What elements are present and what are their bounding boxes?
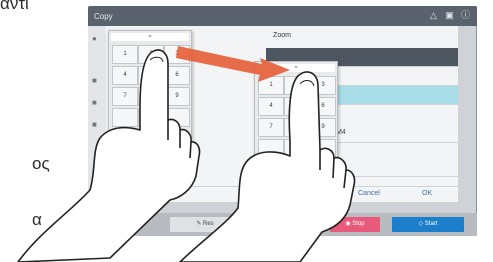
key-4[interactable]: 4 (258, 97, 284, 116)
cancel-button[interactable]: Cancel (358, 190, 380, 197)
key-4[interactable]: 4 (112, 66, 138, 85)
reset-button[interactable]: ✎ Res (170, 217, 240, 232)
keypad-display: ≈ (111, 33, 189, 41)
key-blank[interactable] (310, 139, 336, 158)
home-button[interactable]: ⌂ (96, 217, 120, 232)
numeric-keypad-right: ≈ 1 2 3 4 5 6 7 8 9 0 (254, 61, 338, 191)
key-blank[interactable] (164, 108, 190, 127)
start-button[interactable]: ◇ Start (392, 217, 464, 232)
keypad-display: ≈ (257, 64, 335, 72)
key-0[interactable]: 0 (138, 108, 164, 127)
key-9[interactable]: 9 (164, 87, 190, 106)
key-1[interactable]: 1 (258, 76, 284, 95)
key-6[interactable]: 6 (164, 66, 190, 85)
key-8[interactable]: 8 (138, 87, 164, 106)
stop-label: Stop (352, 221, 365, 227)
pencil-icon: ✎ (196, 221, 204, 227)
home-icon: ⌂ (106, 221, 110, 227)
stop-button[interactable]: ◉ Stop (330, 217, 380, 232)
key-7[interactable]: 7 (112, 87, 138, 106)
start-label: Start (424, 221, 438, 227)
menu-icon: ■ (92, 120, 97, 129)
key-3[interactable]: 3 (164, 45, 190, 64)
numeric-keypad-left: ≈ 1 2 3 4 5 6 7 8 9 0 (108, 30, 192, 160)
ok-button[interactable]: OK (422, 190, 432, 197)
menu-icon: ■ (92, 98, 97, 107)
key-8[interactable]: 8 (284, 118, 310, 137)
side-text-bottom: α (32, 210, 42, 229)
key-7[interactable]: 7 (258, 118, 284, 137)
background-menu: ● ■ ■ ■ (88, 26, 106, 202)
bell-icon[interactable]: △ (428, 10, 439, 21)
key-5[interactable]: 5 (138, 66, 164, 85)
key-2[interactable]: 2 (284, 76, 310, 95)
menu-icon: ■ (92, 76, 97, 85)
key-1[interactable]: 1 (112, 45, 138, 64)
key-5[interactable]: 5 (284, 97, 310, 116)
copy-icon[interactable]: ▣ (444, 10, 455, 21)
key-6[interactable]: 6 (310, 97, 336, 116)
key-0[interactable]: 0 (284, 139, 310, 158)
info-icon[interactable]: ⓘ (460, 10, 471, 21)
key-2[interactable]: 2 (138, 45, 164, 64)
device-screen: Copy △ ▣ ⓘ ● ■ ■ ■ Zoom M4 Cancel OK ≈ 1… (88, 6, 477, 236)
key-3[interactable]: 3 (310, 76, 336, 95)
side-text-mid: ος (32, 154, 50, 173)
key-blank[interactable] (112, 108, 138, 127)
key-blank[interactable] (258, 139, 284, 158)
app-title: Copy (94, 12, 113, 21)
key-9[interactable]: 9 (310, 118, 336, 137)
bottom-bar: ⌂ ✎ Res ◉ Stop ◇ Start (88, 213, 477, 236)
menu-icon: ● (92, 34, 97, 43)
title-bar: Copy △ ▣ ⓘ (88, 6, 477, 26)
reset-label: Res (203, 221, 214, 227)
side-text-top: αντί (0, 0, 29, 13)
